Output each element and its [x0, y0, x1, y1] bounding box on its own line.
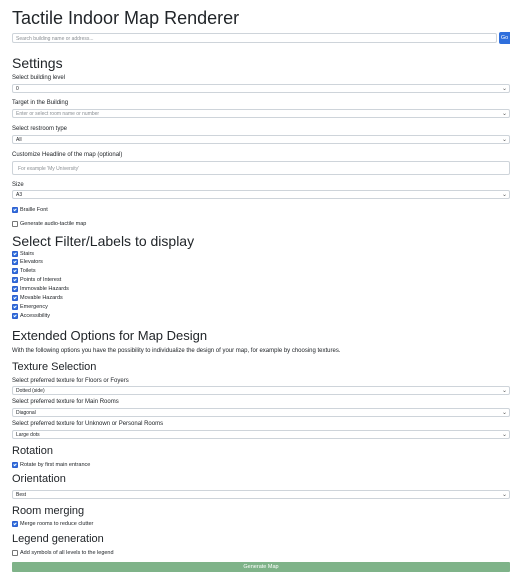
headline-input[interactable]: For example 'My University' [12, 161, 510, 175]
restroom-value: All [16, 137, 22, 143]
settings-heading: Settings [12, 55, 63, 71]
audio-checkbox[interactable] [12, 221, 18, 227]
audio-option[interactable]: Generate audio-tactile map [12, 221, 86, 227]
unknown-rooms-texture-select[interactable]: Large dots ⌄ [12, 430, 510, 439]
filter-checkbox[interactable] [12, 304, 18, 310]
filter-checkbox[interactable] [12, 295, 18, 301]
chevron-down-icon: ⌄ [501, 85, 507, 92]
main-rooms-texture-select[interactable]: Diagonal ⌄ [12, 408, 510, 417]
main-rooms-texture-value: Diagonal [16, 410, 36, 416]
filter-label: Accessibility [20, 313, 50, 319]
filter-emergency[interactable]: Emergency [12, 304, 48, 310]
filter-label: Immovable Hazards [20, 286, 69, 292]
extended-description: With the following options you have the … [12, 348, 341, 354]
filter-points-of-interest[interactable]: Points of Interest [12, 277, 61, 283]
braille-option[interactable]: Braille Font [12, 207, 48, 213]
filter-label: Points of Interest [20, 277, 62, 283]
filters-heading: Select Filter/Labels to display [12, 233, 195, 249]
merging-checkbox[interactable] [12, 521, 18, 527]
size-label: Size [12, 182, 24, 188]
filter-checkbox[interactable] [12, 277, 18, 283]
target-label: Target in the Building [12, 100, 69, 106]
extended-heading: Extended Options for Map Design [12, 328, 208, 343]
orientation-value: Best [16, 492, 27, 498]
generate-map-button[interactable]: Generate Map [12, 562, 510, 572]
floors-texture-value: Dotted (side) [16, 388, 45, 394]
main-rooms-texture-label: Select preferred texture for Main Rooms [12, 399, 119, 405]
merging-heading: Room merging [12, 505, 85, 517]
rotation-label: Rotate by first main entrance [20, 462, 91, 468]
filter-label: Stairs [20, 251, 35, 257]
headline-label: Customize Headline of the map (optional) [12, 152, 123, 158]
filter-checkbox[interactable] [12, 313, 18, 319]
filter-toilets[interactable]: Toilets [12, 268, 36, 274]
restroom-select[interactable]: All ⌄ [12, 135, 510, 144]
chevron-down-icon: ⌄ [501, 387, 507, 394]
filter-movable-hazards[interactable]: Movable Hazards [12, 295, 63, 301]
filter-immovable-hazards[interactable]: Immovable Hazards [12, 286, 69, 292]
restroom-label: Select restroom type [12, 126, 68, 132]
filter-checkbox[interactable] [12, 259, 18, 265]
filter-label: Emergency [20, 304, 48, 310]
filter-checkbox[interactable] [12, 268, 18, 274]
building-level-value: 0 [16, 86, 19, 92]
search-input[interactable]: Search building name or address... [12, 33, 497, 43]
chevron-down-icon: ⌄ [501, 491, 507, 498]
orientation-heading: Orientation [12, 473, 66, 485]
filter-label: Movable Hazards [20, 295, 63, 301]
filter-label: Toilets [20, 268, 36, 274]
chevron-down-icon: ⌄ [501, 431, 507, 438]
orientation-select[interactable]: Best ⌄ [12, 490, 510, 499]
merging-option[interactable]: Merge rooms to reduce clutter [12, 521, 93, 527]
filter-label: Elevators [20, 259, 43, 265]
legend-option[interactable]: Add symbols of all levels to the legend [12, 550, 114, 556]
rotation-heading: Rotation [12, 445, 53, 457]
legend-heading: Legend generation [12, 533, 104, 545]
chevron-down-icon: ⌄ [501, 409, 507, 416]
filter-accessibility[interactable]: Accessibility [12, 313, 50, 319]
building-level-select[interactable]: 0 ⌄ [12, 84, 510, 93]
floors-texture-label: Select preferred texture for Floors or F… [12, 378, 129, 384]
braille-checkbox[interactable] [12, 207, 18, 213]
unknown-rooms-texture-value: Large dots [16, 432, 40, 438]
filter-checkbox[interactable] [12, 286, 18, 292]
floors-texture-select[interactable]: Dotted (side) ⌄ [12, 386, 510, 395]
go-button[interactable]: Go [499, 32, 510, 44]
size-value: A3 [16, 192, 23, 198]
legend-label: Add symbols of all levels to the legend [20, 550, 114, 556]
texture-heading: Texture Selection [12, 361, 97, 373]
filter-stairs[interactable]: Stairs [12, 251, 34, 257]
merging-label: Merge rooms to reduce clutter [20, 521, 94, 527]
chevron-down-icon: ⌄ [501, 136, 507, 143]
filter-checkbox[interactable] [12, 251, 18, 257]
rotation-option[interactable]: Rotate by first main entrance [12, 462, 90, 468]
rotation-checkbox[interactable] [12, 462, 18, 468]
unknown-rooms-texture-label: Select preferred texture for Unknown or … [12, 421, 164, 427]
filter-elevators[interactable]: Elevators [12, 259, 43, 265]
target-placeholder: Enter or select room name or number [16, 111, 100, 117]
size-select[interactable]: A3 ⌄ [12, 190, 510, 199]
page-title: Tactile Indoor Map Renderer [12, 8, 240, 28]
audio-label: Generate audio-tactile map [20, 221, 87, 227]
chevron-down-icon: ⌄ [501, 191, 507, 198]
building-level-label: Select building level [12, 75, 66, 81]
chevron-down-icon: ⌄ [501, 110, 507, 117]
target-select[interactable]: Enter or select room name or number ⌄ [12, 109, 510, 118]
legend-checkbox[interactable] [12, 550, 18, 556]
braille-label: Braille Font [20, 207, 48, 213]
